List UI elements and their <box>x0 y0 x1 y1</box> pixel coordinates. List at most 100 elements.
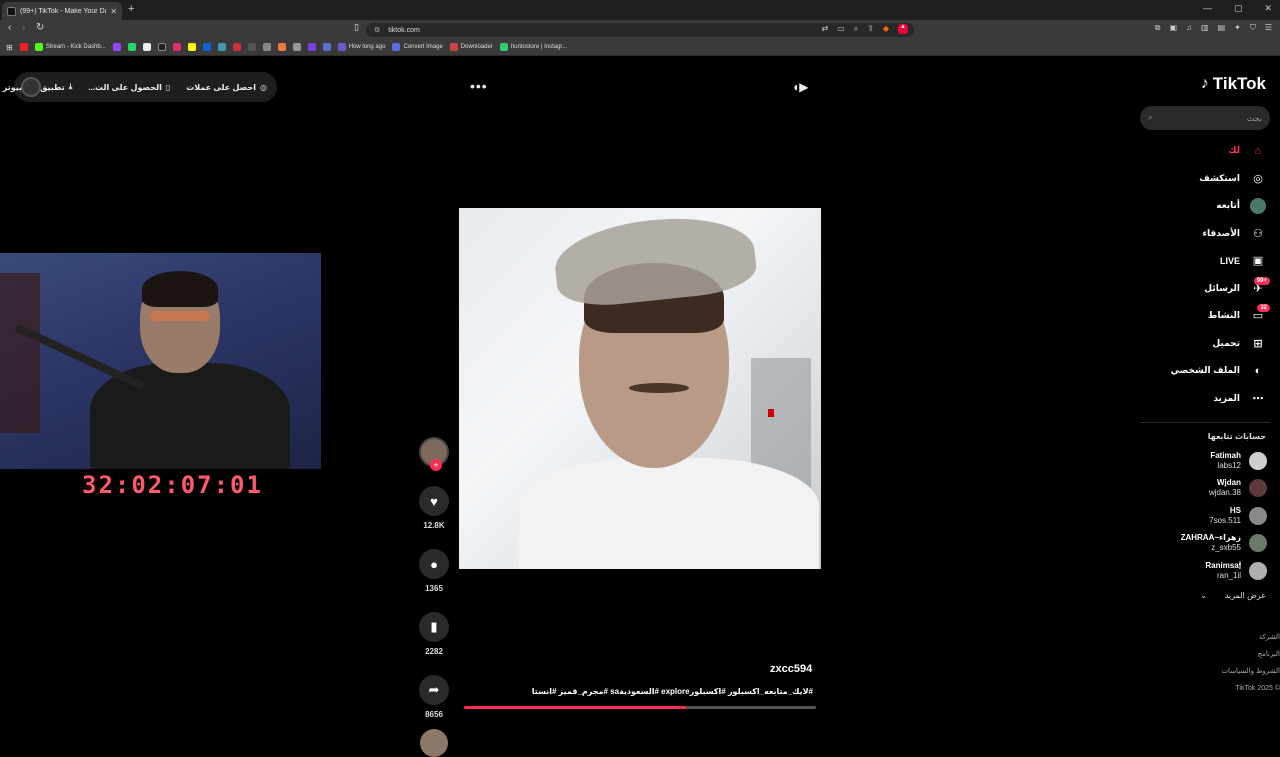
footer-link-terms[interactable]: الشروط والسياسات <box>1135 663 1280 680</box>
video-player[interactable] <box>459 208 821 569</box>
bookmark-youtube[interactable] <box>19 43 28 51</box>
following-account[interactable]: ZAHRAA~زهراء z_sxb55 <box>1135 530 1280 558</box>
sidebar-item-0[interactable]: لك ⌂ <box>1135 137 1280 165</box>
bookmark-downloader[interactable]: Downloader <box>449 43 493 51</box>
bookmark-huntostore[interactable]: huntostore | Instagr... <box>499 43 567 51</box>
footer-link-company[interactable]: الشركة <box>1135 629 1280 646</box>
search-input[interactable]: بحث ⌕ <box>1140 106 1270 130</box>
zoom-icon[interactable]: ⌕ <box>854 24 858 34</box>
user-avatar[interactable] <box>21 77 41 97</box>
see-more-button[interactable]: عرض المزيد ⌄ <box>1200 591 1266 600</box>
get-coins-button[interactable]: ◎ احصل على عملات <box>186 83 267 92</box>
sidebar-item-label: الأصدقاء <box>1202 227 1240 238</box>
more-options-icon[interactable]: ••• <box>470 78 488 94</box>
share-button[interactable]: ➦ <box>419 675 449 705</box>
creator-avatar[interactable]: + <box>419 437 449 471</box>
webcam-person-glasses <box>150 311 210 321</box>
rewards-icon[interactable]: ▲ <box>898 24 908 34</box>
bookmark-ext-5[interactable] <box>277 43 286 51</box>
bookmark-ext-4[interactable] <box>262 43 271 51</box>
share-count: 8656 <box>425 710 443 719</box>
bookmark-x[interactable] <box>142 43 151 51</box>
sidebar-item-3[interactable]: الأصدقاء ⚇ <box>1135 220 1280 248</box>
bookmark-ext-6[interactable] <box>292 43 301 51</box>
account-avatar <box>1249 534 1267 553</box>
footer-link-program[interactable]: البرنامج <box>1135 646 1280 663</box>
bookmark-ext-1[interactable] <box>217 43 226 51</box>
translate-icon[interactable]: ⇄ <box>821 24 828 34</box>
video-username[interactable]: zxcc594 <box>770 663 812 675</box>
screenshot-icon[interactable]: ▣ <box>1169 23 1177 33</box>
bookmark-how-long-ago[interactable]: How long ago <box>337 43 385 51</box>
video-caption[interactable]: #لايك_متابعه_اكسبلور #اكسبلورexplore #ال… <box>532 687 813 696</box>
sidebar-item-2[interactable]: أتابعه ● <box>1135 192 1280 220</box>
close-tab-icon[interactable]: ✕ <box>110 7 117 16</box>
sidebar-item-7[interactable]: تحميل ⊞ <box>1135 330 1280 358</box>
get-app-button[interactable]: ▯ الحصول على الت... <box>88 83 170 92</box>
sidebar-toggle-icon[interactable]: ▥ <box>1201 23 1209 33</box>
maximize-button[interactable]: ▢ <box>1234 3 1243 14</box>
share-icon[interactable]: ⇪ <box>867 24 874 34</box>
close-window-button[interactable]: ✕ <box>1264 3 1272 14</box>
sidebar-item-5[interactable]: الرسائل ✈ 99+ <box>1135 275 1280 303</box>
media-icon[interactable]: ♫ <box>1186 23 1192 33</box>
bookmark-instagram[interactable] <box>172 43 181 51</box>
bookmark-kick[interactable]: Stream - Kick Dashb... <box>34 43 106 51</box>
video-progress-fill <box>464 706 686 709</box>
youtube-icon <box>19 43 28 51</box>
clock-icon <box>337 43 346 51</box>
sound-disc-avatar[interactable] <box>420 729 448 757</box>
bookmark-button[interactable]: ▮ <box>419 612 449 642</box>
sidebar-item-label: استكشف <box>1199 172 1240 183</box>
forward-arrow-icon[interactable]: › <box>22 22 25 33</box>
vpn-icon[interactable]: ⛉ <box>1250 23 1256 33</box>
search-icon[interactable]: ⌕ <box>1148 113 1152 123</box>
sidebar-item-label: أتابعه <box>1216 200 1240 211</box>
apps-grid-icon[interactable]: ⊞ <box>6 43 13 52</box>
follow-plus-icon[interactable]: + <box>430 459 442 471</box>
site-info-icon[interactable]: ⚙ <box>374 26 380 34</box>
account-display-name: Fatimah <box>1210 450 1241 460</box>
like-button[interactable]: ♥ <box>419 486 449 516</box>
new-tab-button[interactable]: + <box>128 3 134 15</box>
reload-icon[interactable]: ↻ <box>36 22 44 33</box>
comment-button[interactable]: ● <box>419 549 449 579</box>
bookmark-snapchat[interactable] <box>187 43 196 51</box>
bookmark-outlook[interactable] <box>202 43 211 51</box>
following-account[interactable]: Wjdan wjdan.38 <box>1135 475 1280 503</box>
following-account[interactable]: HS 7sos.511 <box>1135 502 1280 530</box>
bookmark-ext-7[interactable] <box>307 43 316 51</box>
volume-icon[interactable]: ◖▶ <box>792 80 808 94</box>
bookmark-ext-8[interactable] <box>322 43 331 51</box>
bookmark-tiktok[interactable] <box>157 43 166 51</box>
see-more-label: عرض المزيد <box>1224 591 1266 600</box>
browser-tab[interactable]: (99+) TikTok - Make Your Day ✕ <box>2 2 122 20</box>
bookmark-convert-image[interactable]: Convert Image <box>392 43 443 51</box>
bookmark-ext-3[interactable] <box>247 43 256 51</box>
video-person-moustache <box>629 383 689 393</box>
bookmark-ext-2[interactable] <box>232 43 241 51</box>
following-account-names: Fatimah labs12 <box>1210 451 1241 471</box>
following-account[interactable]: Ranimsa🕯 ran_1il <box>1135 557 1280 585</box>
minimize-button[interactable]: — <box>1203 3 1212 14</box>
video-progress-bar[interactable] <box>464 706 816 709</box>
menu-icon[interactable]: ☰ <box>1265 23 1272 33</box>
sidebar-item-9[interactable]: المزيد ⋯ <box>1135 385 1280 413</box>
sidebar-item-1[interactable]: استكشف ◎ <box>1135 165 1280 193</box>
following-account[interactable]: Fatimah labs12 <box>1135 447 1280 475</box>
sidebar-item-8[interactable]: الملف الشخصي ◐ <box>1135 357 1280 385</box>
wallet-icon[interactable]: ▤ <box>1218 23 1226 33</box>
shield-icon[interactable]: ◆ <box>883 24 889 34</box>
bookmark-twitch[interactable] <box>112 43 121 51</box>
extension-icon[interactable]: ⧉ <box>1155 23 1161 33</box>
sidebar-item-4[interactable]: LIVE ▣ <box>1135 247 1280 275</box>
bookmark-page-icon[interactable]: ▯ <box>354 22 359 33</box>
sidebar-item-6[interactable]: النشاط ▭ 32 <box>1135 302 1280 330</box>
bookmark-whatsapp[interactable] <box>127 43 136 51</box>
back-arrow-icon[interactable]: ‹ <box>8 22 11 33</box>
url-text: tiktok.com <box>388 26 420 34</box>
address-bar[interactable]: ⚙ tiktok.com ⇄ ▭ ⌕ ⇪ ◆ ▲ <box>366 23 914 37</box>
leo-ai-icon[interactable]: ✦ <box>1234 23 1241 33</box>
cast-icon[interactable]: ▭ <box>837 24 845 34</box>
tiktok-logo[interactable]: ♪ TikTok <box>1201 74 1266 94</box>
